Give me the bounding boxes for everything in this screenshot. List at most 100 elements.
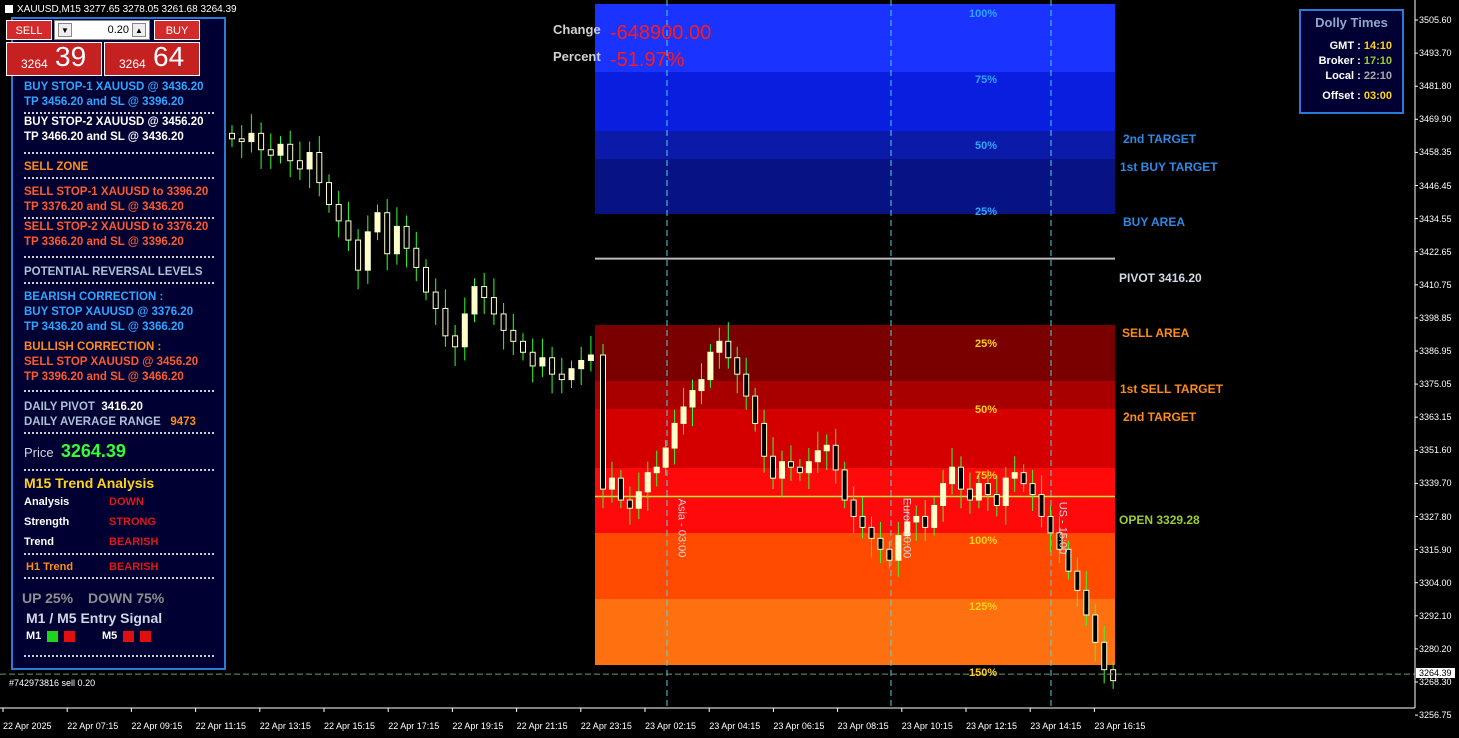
- candle-body: [805, 461, 812, 474]
- buy-button[interactable]: BUY: [154, 20, 200, 40]
- time-tick-label: 22 Apr 21:15: [516, 721, 568, 731]
- candle-body: [238, 138, 245, 143]
- candle-body: [877, 537, 884, 550]
- pivot-label: PIVOT 3416.20: [1119, 271, 1202, 285]
- buy-price-box[interactable]: 3264 64: [104, 41, 200, 76]
- candle-body: [374, 212, 381, 233]
- time-tick-label: 23 Apr 02:15: [645, 721, 697, 731]
- percent-label: Percent: [553, 49, 601, 64]
- buy-zone-100-label: 100%: [969, 8, 998, 20]
- broker-row: Broker : 17:10: [1319, 55, 1392, 67]
- first-buy-target-label: 1st BUY TARGET: [1120, 160, 1218, 174]
- candle-body: [384, 212, 391, 255]
- lot-size-value[interactable]: 0.20: [108, 24, 129, 36]
- lot-size-field[interactable]: ▼ 0.20 ▲: [54, 20, 150, 40]
- candle-body: [287, 143, 294, 162]
- gmt-value: 14:10: [1363, 40, 1392, 52]
- candle-body: [326, 182, 332, 205]
- change-label: Change: [553, 22, 601, 37]
- price-value: 3264.39: [60, 441, 126, 461]
- candle-body: [993, 494, 1000, 507]
- divider: [24, 390, 214, 392]
- candle-body: [452, 335, 459, 348]
- buy-area-label: BUY AREA: [1123, 215, 1186, 229]
- change-value: -648900.00: [610, 22, 712, 44]
- divider: [24, 177, 214, 179]
- candle-body: [707, 351, 714, 381]
- bullish-tp: TP 3396.20 and SL @ 3466.20: [24, 371, 184, 383]
- candle-body: [520, 340, 526, 353]
- strength-value: STRONG: [109, 516, 157, 528]
- sell-price-box[interactable]: 3264 39: [6, 41, 102, 76]
- sell-button[interactable]: SELL: [6, 20, 52, 40]
- price-tick-label: 3280.20: [1419, 643, 1452, 654]
- sell-price-big: 39: [55, 41, 87, 72]
- candle-body: [229, 132, 235, 140]
- candle-body: [653, 466, 660, 474]
- time-tick-label: 23 Apr 06:15: [773, 721, 825, 731]
- candle-body: [1038, 494, 1045, 517]
- offset-row: Offset : 03:00: [1322, 90, 1392, 102]
- h1-trend-value: BEARISH: [109, 561, 159, 573]
- candle-body: [922, 515, 929, 528]
- order-line-label[interactable]: #742973816 sell 0.20: [9, 678, 95, 688]
- candle-body: [814, 450, 821, 463]
- buy-price-big: 64: [153, 41, 185, 72]
- candle-body: [1011, 472, 1018, 479]
- m1-label: M1: [26, 630, 42, 642]
- price-tick-label: 3339.70: [1419, 478, 1452, 489]
- candle-body: [698, 379, 705, 392]
- candle-body: [940, 483, 947, 507]
- bearish-tp: TP 3436.20 and SL @ 3366.20: [24, 321, 184, 333]
- price-tick-label: 3256.75: [1419, 710, 1452, 721]
- m1-signal: M1: [26, 630, 76, 642]
- sell-zone-75-label: 75%: [975, 470, 998, 482]
- dolly-times-panel: Dolly Times GMT : 14:10 Broker : 17:10 L…: [1299, 9, 1404, 114]
- divider: [24, 152, 214, 154]
- candle-body: [413, 247, 420, 268]
- time-tick-label: 23 Apr 10:15: [901, 721, 953, 731]
- lot-decrease-icon[interactable]: ▼: [58, 23, 72, 37]
- bearish-correction-heading: BEARISH CORRECTION :: [24, 291, 164, 303]
- price-tick-label: 3363.15: [1419, 412, 1452, 423]
- lot-increase-icon[interactable]: ▲: [132, 23, 146, 37]
- bullish-sell-stop: SELL STOP XAUUSD @ 3456.20: [24, 356, 199, 368]
- time-tick-label: 22 Apr 15:15: [324, 721, 376, 731]
- m1-red-square: [64, 630, 76, 642]
- broker-label: Broker :: [1318, 55, 1361, 67]
- h1-trend-label: H1 Trend: [26, 561, 74, 573]
- time-tick-label: 23 Apr 08:15: [837, 721, 889, 731]
- sell-zone-100-label: 100%: [969, 535, 998, 547]
- sell-zone-25: [595, 325, 1115, 381]
- dar-row: DAILY AVERAGE RANGE 9473: [24, 416, 196, 428]
- candle-body: [1110, 669, 1117, 682]
- candle-body: [461, 313, 468, 348]
- sell-stop-2-tp: TP 3366.20 and SL @ 3396.20: [24, 236, 184, 248]
- candle-body: [442, 307, 449, 337]
- price-tick-label: 3493.70: [1419, 48, 1452, 59]
- first-sell-target-label: 1st SELL TARGET: [1120, 382, 1223, 396]
- m5-signal: M5: [102, 630, 152, 642]
- candle-body: [743, 373, 750, 397]
- candle-body: [345, 220, 352, 241]
- buy-zone-25: [595, 159, 1115, 214]
- candle-body: [403, 225, 410, 249]
- candle-body: [958, 466, 964, 490]
- candle-body: [832, 444, 839, 471]
- candle-body: [578, 359, 585, 370]
- sell-stop-2-line: SELL STOP-2 XAUUSD to 3376.20: [24, 221, 209, 233]
- broker-value: 17:10: [1363, 55, 1392, 67]
- candle-body: [966, 488, 973, 501]
- reversal-levels-heading: POTENTIAL REVERSAL LEVELS: [24, 266, 203, 278]
- m1-green-square: [47, 630, 59, 642]
- time-tick-label: 22 Apr 23:15: [580, 721, 632, 731]
- candle-body: [680, 406, 687, 424]
- candle-body: [432, 291, 439, 309]
- up-percent: UP 25%: [22, 590, 74, 606]
- buy-stop-2-line: BUY STOP-2 XAUUSD @ 3456.20: [24, 116, 204, 128]
- candle-body: [779, 461, 785, 479]
- candle-body: [490, 297, 497, 315]
- offset-label: Offset :: [1322, 90, 1361, 102]
- dar-label: DAILY AVERAGE RANGE: [24, 416, 161, 428]
- price-tick-label: 3315.90: [1419, 544, 1452, 555]
